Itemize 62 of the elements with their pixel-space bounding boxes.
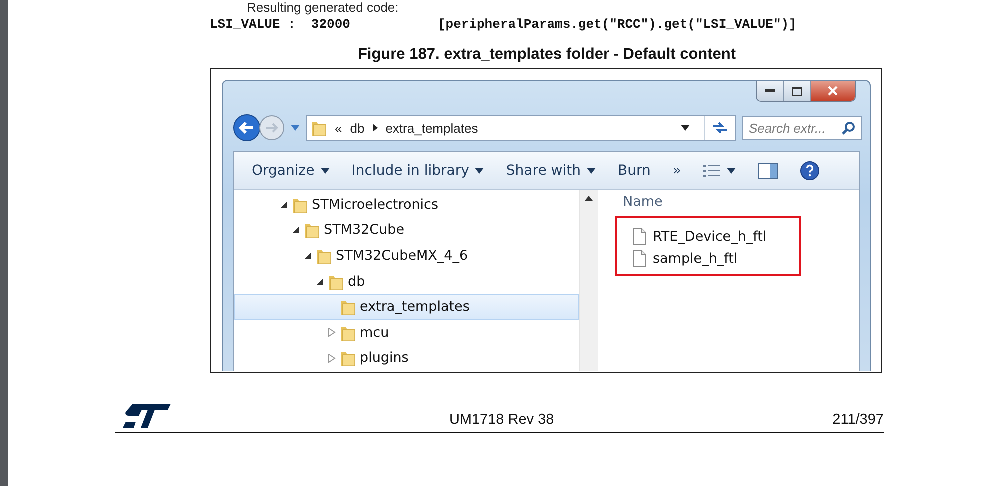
collapse-arrow-icon[interactable] (316, 278, 324, 286)
caret-icon (320, 168, 330, 174)
scrollbar[interactable] (579, 190, 598, 371)
folder-tree-item[interactable]: mcu (234, 320, 579, 346)
minimize-icon (765, 89, 775, 93)
view-list-icon (703, 164, 722, 178)
folder-icon (311, 119, 327, 137)
maximize-icon (792, 86, 802, 96)
folder-icon (304, 221, 320, 240)
toolbar-button[interactable]: Share with (506, 162, 596, 178)
caret-icon (586, 168, 596, 174)
breadcrumb-item[interactable]: db (350, 120, 365, 136)
page-number: 211/397 (832, 412, 884, 428)
caret-icon (727, 168, 736, 174)
scroll-up-arrow-icon[interactable] (585, 196, 593, 201)
address-bar[interactable]: « db extra_templates (306, 115, 736, 141)
figure-caption: Figure 187. extra_templates folder - Default content (356, 46, 738, 64)
expand-arrow-icon[interactable] (328, 328, 336, 338)
collapse-arrow-icon[interactable] (292, 226, 300, 234)
collapse-arrow-icon[interactable] (280, 200, 288, 209)
close-icon (828, 86, 838, 96)
dropdown-arrow-icon[interactable] (681, 125, 690, 131)
help-button[interactable] (800, 160, 820, 180)
toolbar-button[interactable]: Burn (618, 162, 651, 178)
code-text: [peripheralParams.get("RCC").get("LSI_VALUE")] (438, 17, 797, 32)
minimize-button[interactable] (757, 81, 783, 101)
folder-tree-item[interactable]: extra_templates (234, 294, 579, 320)
breadcrumb-arrow-icon[interactable] (372, 124, 378, 132)
overflow-chevron[interactable]: « (335, 120, 342, 136)
preview-pane-icon (758, 162, 778, 178)
folder-icon (340, 349, 356, 368)
search-field[interactable]: Search extr... (742, 116, 862, 140)
maximize-button[interactable] (783, 81, 810, 101)
folder-tree-item[interactable]: plugins (234, 345, 579, 371)
preview-button[interactable] (758, 162, 778, 178)
folder-tree-item[interactable]: STM32CubeMX_4_6 (234, 243, 579, 269)
search-icon (842, 121, 856, 135)
refresh-icon[interactable] (711, 121, 729, 135)
toolbar-button[interactable]: Organize (252, 162, 330, 178)
column-header[interactable]: Name (623, 194, 859, 214)
file-item[interactable]: sample_h_ftl (633, 250, 799, 268)
close-button[interactable] (810, 81, 855, 101)
toolbar-button[interactable]: Include in library (352, 162, 484, 178)
toolbar-button[interactable]: » (672, 162, 682, 178)
breadcrumb-item[interactable]: extra_templates (386, 120, 478, 136)
caret-icon (475, 168, 484, 174)
file-item[interactable]: RTE_Device_h_ftl (633, 228, 799, 246)
folder-tree-item[interactable]: STM32Cube (234, 218, 579, 244)
collapse-arrow-icon[interactable] (304, 252, 312, 260)
help-icon (800, 160, 820, 180)
folder-tree-item[interactable]: db (234, 268, 579, 294)
document-icon (633, 250, 647, 268)
folder-tree-item[interactable]: STMicroelectronics (234, 192, 579, 218)
company-logo (123, 404, 171, 428)
views-button[interactable] (703, 164, 736, 178)
back-button[interactable] (233, 114, 261, 142)
body-text: Resulting generated code: (247, 1, 399, 15)
footer-text: UM1718 Rev 38 (448, 412, 556, 428)
expand-arrow-icon[interactable] (328, 354, 336, 363)
code-text: LSI_VALUE : 32000 (210, 17, 352, 32)
document-icon (633, 228, 647, 246)
folder-icon (340, 298, 356, 316)
